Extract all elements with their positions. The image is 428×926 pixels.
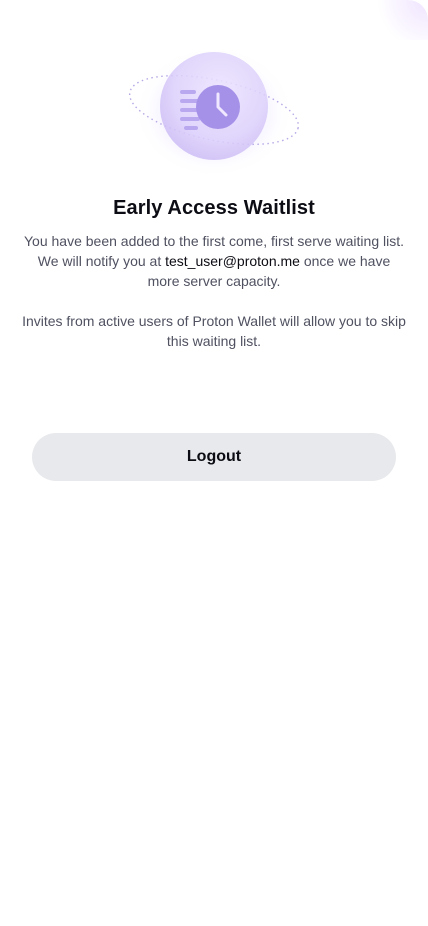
page-title: Early Access Waitlist [113,197,315,219]
invite-note: Invites from active users of Proton Wall… [22,313,406,349]
waitlist-screen: Early Access Waitlist You have been adde… [0,0,428,926]
corner-glow [368,0,428,40]
waitlist-message: You have been added to the first come, f… [20,231,408,291]
clock-fast-icon [128,46,300,178]
logout-button[interactable]: Logout [32,433,396,481]
waitlist-illustration [114,40,314,180]
user-email: test_user@proton.me [165,253,300,269]
